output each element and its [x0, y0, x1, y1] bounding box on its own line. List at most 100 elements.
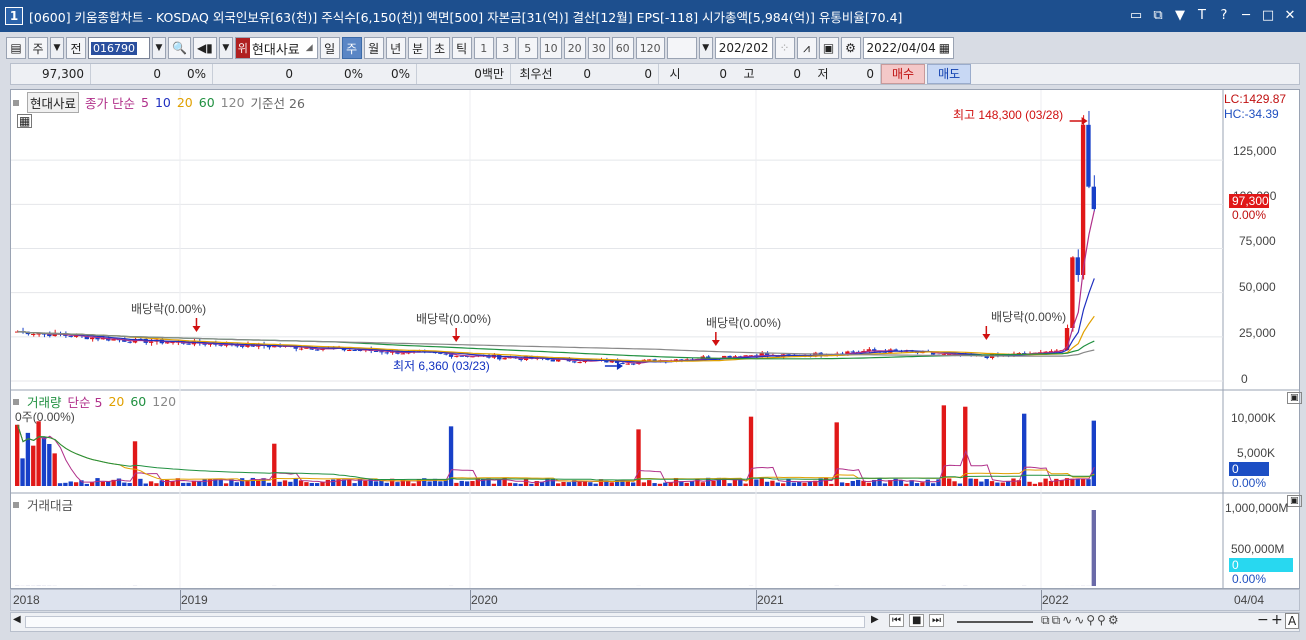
candle-body — [36, 333, 41, 335]
mult-10[interactable]: 10 — [539, 37, 562, 59]
dividend-label-3: 배당락(0.00%) — [706, 316, 782, 330]
period-day[interactable]: 일 — [319, 37, 340, 59]
sound-icon[interactable]: ◀▮ — [192, 37, 217, 59]
code-dropdown-icon[interactable]: ▼ — [152, 37, 166, 59]
volume-bar — [304, 482, 309, 486]
candle-body — [347, 350, 352, 352]
period-minute[interactable]: 분 — [407, 37, 428, 59]
period-tick[interactable]: 틱 — [451, 37, 472, 59]
volume-current-tag: 0 — [1229, 462, 1269, 476]
copy-window-icon[interactable]: ⧉ — [1150, 6, 1166, 24]
volume-bar — [807, 481, 813, 486]
volume-info: 0주(0.00%) — [15, 410, 75, 424]
scroll-right-icon[interactable]: ▶ — [871, 614, 879, 625]
mult-120[interactable]: 120 — [635, 37, 665, 59]
volume-bar — [132, 441, 138, 486]
candle-body — [314, 349, 320, 351]
stock-name-box[interactable]: 위 현대사료 ◢ — [234, 37, 318, 59]
save-icon[interactable]: ▣ — [818, 37, 839, 59]
zoom-in-icon[interactable]: + — [1271, 612, 1283, 628]
custom-multiplier-input[interactable] — [666, 37, 697, 59]
price-panel-name[interactable]: 현대사료 — [27, 92, 80, 113]
mult-5[interactable]: 5 — [517, 37, 538, 59]
chart-window: 1 [0600] 키움종합차트 - KOSDAQ 외국인보유[63(천)] 주식… — [0, 0, 1306, 640]
grid-icon[interactable]: ▦ — [17, 114, 33, 128]
panel-handle-icon[interactable] — [13, 99, 19, 106]
layout-icon[interactable]: ▭ — [1128, 6, 1144, 24]
rewind-icon[interactable]: ⏮ — [889, 614, 904, 627]
calendar-icon[interactable]: ▦ — [939, 41, 950, 55]
volume-bar — [947, 478, 952, 486]
volume-bar — [748, 416, 754, 486]
font-icon[interactable]: T — [1194, 6, 1210, 24]
scroll-left-icon[interactable]: ◀ — [13, 614, 21, 625]
search-icon[interactable]: 🔍 — [168, 37, 191, 59]
quote-volume: 0 — [285, 67, 293, 81]
date-value: 2022/04/04 — [866, 41, 936, 55]
candle-body — [577, 362, 582, 364]
time-label-2022: 2022 — [1042, 593, 1069, 607]
volume-panel-handle-icon[interactable] — [13, 398, 19, 405]
amount-panel-name[interactable]: 거래대금 — [27, 495, 73, 514]
mult-20[interactable]: 20 — [563, 37, 586, 59]
mult-3[interactable]: 3 — [495, 37, 516, 59]
buy-button[interactable]: 매수 — [881, 64, 926, 84]
mult-60[interactable]: 60 — [611, 37, 634, 59]
zoom-slider[interactable] — [957, 621, 1033, 623]
sound-dropdown-icon[interactable]: ▼ — [218, 37, 233, 59]
volume-bar — [984, 479, 989, 486]
candle-body — [384, 352, 389, 354]
quote-change-pct: 0% — [167, 64, 213, 84]
volume-bar — [186, 482, 191, 486]
gear-icon[interactable]: ⚙ — [840, 37, 861, 59]
mult-30[interactable]: 30 — [587, 37, 610, 59]
help-icon[interactable]: ? — [1216, 6, 1232, 24]
volume-bar — [181, 482, 186, 486]
stock-code-input[interactable]: 016790 — [88, 37, 150, 59]
multiplier-dropdown-icon[interactable]: ▼ — [698, 37, 713, 59]
volume-bar — [609, 482, 614, 486]
date-input[interactable]: 2022/04/04 ▦ — [862, 37, 955, 59]
chevron-down-icon[interactable]: ▼ — [50, 37, 64, 59]
fast-forward-icon[interactable]: ⏭ — [929, 614, 944, 627]
auto-scale-icon[interactable]: A — [1285, 613, 1300, 629]
volume-bar — [443, 480, 448, 486]
volume-panel-collapse-icon[interactable]: ▣ — [1287, 392, 1302, 404]
period-second[interactable]: 초 — [429, 37, 450, 59]
zoom-out-icon[interactable]: − — [1257, 612, 1269, 628]
data-count-box[interactable]: 202 /202 — [714, 37, 773, 59]
stop-icon[interactable]: ■ — [909, 614, 925, 627]
amount-panel-handle-icon[interactable] — [13, 501, 19, 508]
candle-body — [620, 362, 625, 364]
close-button[interactable]: ✕ — [1282, 6, 1298, 24]
volume-bar — [288, 481, 293, 486]
volume-bar — [770, 480, 775, 486]
sell-button[interactable]: 매도 — [927, 64, 972, 84]
maximize-button[interactable]: □ — [1260, 6, 1276, 24]
amount-panel-collapse-icon[interactable]: ▣ — [1287, 495, 1302, 507]
scatter-icon[interactable]: ⁘ — [774, 37, 795, 59]
scrollbar-track[interactable] — [25, 616, 865, 628]
dividend-label-1: 배당락(0.00%) — [131, 302, 207, 316]
minimize-button[interactable]: ─ — [1238, 6, 1254, 24]
chart-menu-icon[interactable]: ▤ — [6, 37, 26, 59]
period-week[interactable]: 주 — [341, 37, 362, 59]
prev-button[interactable]: 전 — [66, 37, 86, 59]
volume-bar — [138, 478, 143, 486]
mult-1[interactable]: 1 — [473, 37, 494, 59]
volume-bar — [700, 482, 705, 486]
candle-body — [647, 359, 652, 361]
indicator-icon[interactable]: ⩘ — [796, 37, 817, 59]
chart-frame[interactable]: 현대사료 종가 단순 5 10 20 60 120 기준선 26 ▦ LC:14… — [10, 89, 1302, 589]
volume-bar — [234, 482, 239, 486]
period-year[interactable]: 년 — [385, 37, 406, 59]
period-month[interactable]: 월 — [363, 37, 384, 59]
market-type-select[interactable]: 주 — [28, 37, 48, 59]
window-number-icon[interactable]: 1 — [5, 7, 23, 25]
vol-legend-ma20: 20 — [108, 394, 125, 409]
volume-ma-line-60 — [17, 424, 1095, 481]
pin-icon[interactable]: ▼ — [1172, 6, 1188, 24]
volume-bar — [780, 483, 786, 486]
chart-svg[interactable] — [11, 90, 1299, 588]
drawing-tools-icons[interactable]: ⧉⧉∿∿⚲⚲⚙ — [1041, 613, 1121, 628]
